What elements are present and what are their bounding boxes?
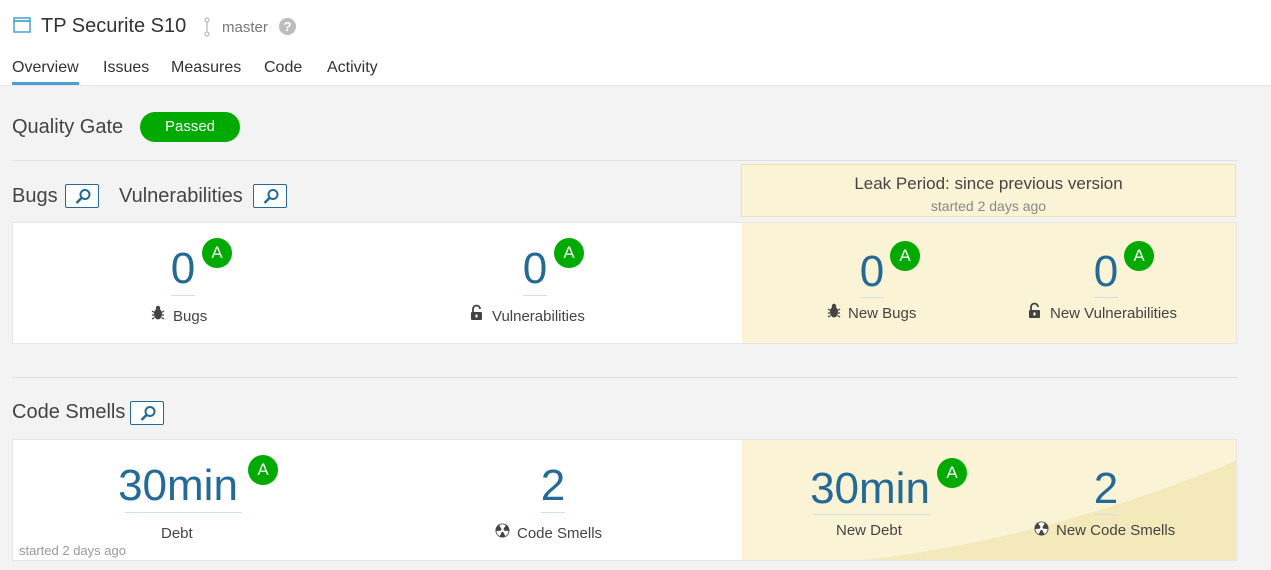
divider xyxy=(12,160,1237,161)
code-smells-value[interactable]: 2 xyxy=(533,460,573,512)
tab-overview[interactable]: Overview xyxy=(12,59,79,85)
branch-icon xyxy=(204,17,210,37)
code-smells-drilldown-button[interactable] xyxy=(130,401,164,425)
project-title[interactable]: TP Securite S10 xyxy=(41,15,186,38)
code-smells-section-title: Code Smells xyxy=(12,401,126,423)
vulnerabilities-section-title: Vulnerabilities xyxy=(119,185,243,207)
new-debt-rating[interactable]: A xyxy=(937,458,967,488)
vulnerabilities-value[interactable]: 0 xyxy=(515,243,555,295)
new-vulnerabilities-value[interactable]: 0 xyxy=(1086,246,1126,298)
debt-started: started 2 days ago xyxy=(19,543,126,558)
bugs-label: Bugs xyxy=(173,308,208,325)
bugs-rating[interactable]: A xyxy=(202,238,232,268)
underline xyxy=(125,512,242,513)
search-icon xyxy=(140,406,156,421)
new-vulnerabilities-label: New Vulnerabilities xyxy=(1050,305,1178,322)
underline xyxy=(523,295,547,296)
underline xyxy=(860,297,884,298)
divider xyxy=(12,377,1237,378)
project-icon xyxy=(13,17,31,33)
leak-period-area xyxy=(742,223,1236,343)
new-bugs-value[interactable]: 0 xyxy=(852,246,892,298)
lock-icon xyxy=(471,304,482,320)
leak-period-started: started 2 days ago xyxy=(930,198,1047,214)
code-smell-icon xyxy=(495,523,510,538)
bugs-vulnerabilities-panel: 0 A Bugs 0 A Vulnerabilities 0 A New Bug… xyxy=(12,222,1237,344)
code-smells-panel: 30min A Debt started 2 days ago 2 Code S… xyxy=(12,439,1237,561)
underline xyxy=(1094,297,1118,298)
new-debt-label: New Debt xyxy=(836,522,902,539)
branch-name[interactable]: master xyxy=(222,19,268,36)
leak-period-title: Leak Period: since previous version xyxy=(854,174,1123,193)
bugs-value[interactable]: 0 xyxy=(163,243,203,295)
tab-issues[interactable]: Issues xyxy=(103,59,149,77)
new-code-smells-label: New Code Smells xyxy=(1056,522,1176,539)
search-icon xyxy=(75,189,91,204)
quality-gate-label: Quality Gate xyxy=(12,116,124,138)
underline xyxy=(1094,514,1118,515)
search-icon xyxy=(263,189,279,204)
underline xyxy=(171,295,195,296)
vulnerabilities-rating[interactable]: A xyxy=(554,238,584,268)
help-icon[interactable]: ? xyxy=(279,18,296,35)
debt-rating[interactable]: A xyxy=(248,455,278,485)
lock-icon xyxy=(1029,302,1040,318)
new-vulnerabilities-rating[interactable]: A xyxy=(1124,241,1154,271)
debt-label: Debt xyxy=(161,525,193,542)
bug-icon xyxy=(827,303,841,318)
quality-gate-status-badge: Passed xyxy=(140,112,240,142)
debt-value[interactable]: 30min xyxy=(113,460,243,512)
code-smell-icon xyxy=(1034,521,1049,536)
leak-period-header: Leak Period: since previous version star… xyxy=(741,164,1236,217)
vulnerabilities-label: Vulnerabilities xyxy=(492,308,585,325)
tab-measures[interactable]: Measures xyxy=(171,59,241,77)
new-debt-value[interactable]: 30min xyxy=(805,463,935,515)
top-navigation: TP Securite S10 master ? Overview Issues… xyxy=(0,0,1271,86)
bug-icon xyxy=(151,305,165,320)
tab-activity[interactable]: Activity xyxy=(327,59,378,77)
new-bugs-label: New Bugs xyxy=(848,305,917,322)
underline xyxy=(541,512,565,513)
new-bugs-rating[interactable]: A xyxy=(890,241,920,271)
bugs-drilldown-button[interactable] xyxy=(65,184,99,208)
underline xyxy=(814,514,931,515)
code-smells-label: Code Smells xyxy=(517,525,603,542)
vulnerabilities-drilldown-button[interactable] xyxy=(253,184,287,208)
tab-code[interactable]: Code xyxy=(264,59,302,77)
new-code-smells-value[interactable]: 2 xyxy=(1086,463,1126,515)
bugs-section-title: Bugs xyxy=(12,185,58,207)
